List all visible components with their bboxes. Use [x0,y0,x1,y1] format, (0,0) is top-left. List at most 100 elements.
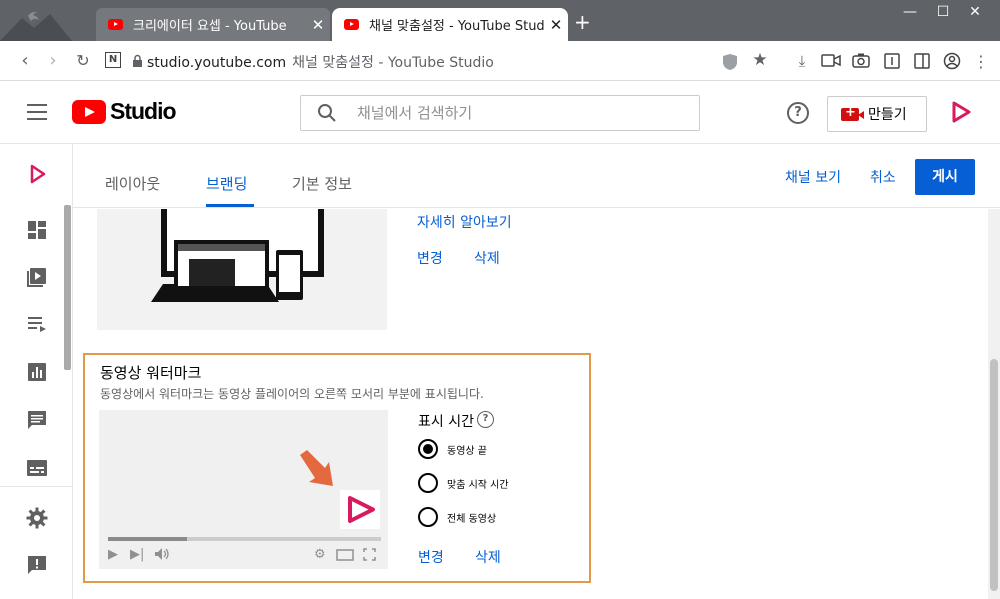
youtube-favicon-icon [108,19,123,30]
customization-tabs-bar: 레이아웃 브랜딩 기본 정보 채널 보기 취소 게시 [73,144,1000,208]
close-tab-icon[interactable]: ✕ [306,16,330,34]
studio-logo[interactable]: Studio [72,98,177,125]
maximize-icon[interactable]: ☐ [928,4,958,20]
tab-layout[interactable]: 레이아웃 [105,173,160,194]
channel-avatar-icon[interactable] [25,162,49,186]
reading-list-icon[interactable] [884,53,900,69]
banner-change-button[interactable]: 변경 [417,248,443,268]
banner-image-preview [97,209,387,330]
url-field[interactable]: studio.youtube.com 채널 맞춤설정 - YouTube Stud… [147,52,494,72]
watermark-title: 동영상 워터마크 [100,364,202,382]
tab-studio-customization[interactable]: 채널 맞춤설정 - YouTube Studio ✕ [332,8,568,41]
search-input[interactable] [357,102,677,124]
watermark-change-button[interactable]: 변경 [418,547,444,567]
close-window-icon[interactable]: ✕ [960,4,990,20]
content-icon[interactable] [25,265,49,289]
watermark-logo-image [340,490,380,529]
hamburger-menu-icon[interactable] [27,104,47,120]
tab-title: 채널 맞춤설정 - YouTube Studio [369,19,544,34]
url-host: studio.youtube.com [147,55,287,71]
fullscreen-icon [363,548,376,561]
browser-menu-icon[interactable]: ⋮ [971,52,991,71]
feedback-icon[interactable] [25,553,49,577]
profile-icon[interactable] [943,52,961,70]
play-icon: ▶ [108,547,118,562]
radio-end-of-video[interactable]: 동영상 끝 [418,439,487,459]
browser-tab-strip: 크리에이터 요셉 - YouTube ✕ 채널 맞춤설정 - YouTube S… [0,0,1000,41]
tab-basic-info[interactable]: 기본 정보 [292,173,352,194]
radio-label: 동영상 끝 [447,445,487,457]
next-icon: ▶| [130,547,145,562]
radio-button[interactable] [418,473,438,493]
main-scrollbar-thumb[interactable] [990,359,998,591]
video-capture-icon[interactable] [821,53,841,69]
youtube-play-icon [72,99,106,124]
help-circle-icon[interactable]: ? [477,411,494,428]
watermark-player-preview: ▶ ▶| ⚙ [99,410,388,569]
banner-devices-illustration [151,209,324,302]
youtube-favicon-icon [344,19,359,30]
radio-label: 전체 동영상 [447,513,497,525]
playlists-icon[interactable] [25,312,49,336]
display-time-label: 표시 시간 [418,414,474,430]
studio-header: Studio ? 만들기 [0,81,1000,144]
radio-custom-start[interactable]: 맞춤 시작 시간 [418,473,509,493]
radio-entire-video[interactable]: 전체 동영상 [418,507,496,527]
url-page-title: 채널 맞춤설정 - YouTube Studio [292,55,494,71]
dashboard-icon[interactable] [25,218,49,242]
player-progress-fill [108,537,188,541]
reload-icon[interactable]: ↻ [71,50,95,72]
minimize-icon[interactable]: — [895,4,925,20]
branding-content: 자세히 알아보기 변경 삭제 동영상 워터마크 동영상에서 워터마크는 동영상 … [73,209,987,599]
radio-button-selected[interactable] [418,439,438,459]
theater-mode-icon [336,549,354,561]
new-tab-button[interactable]: + [574,12,591,32]
banner-delete-button[interactable]: 삭제 [474,248,500,268]
shield-extension-icon[interactable] [721,53,739,71]
watermark-delete-button[interactable]: 삭제 [475,547,501,567]
radio-button[interactable] [418,507,438,527]
player-progress-bar [108,537,381,541]
bookmark-star-icon[interactable]: ★ [750,50,770,70]
comments-icon[interactable] [25,408,49,432]
pointer-arrow-icon [300,450,333,486]
channel-search[interactable] [300,95,700,131]
settings-icon: ⚙ [314,547,326,562]
left-navigation-rail [0,144,73,599]
back-icon[interactable]: ‹ [13,50,37,72]
download-icon[interactable]: ⤓ [792,52,812,70]
forward-icon[interactable]: › [41,50,65,72]
camera-icon[interactable] [852,52,870,69]
browser-logo-icon [0,12,72,41]
create-button[interactable]: 만들기 [827,96,927,132]
lock-icon [133,54,142,67]
tab-creator-youtube[interactable]: 크리에이터 요셉 - YouTube ✕ [96,8,330,41]
analytics-icon[interactable] [25,360,49,384]
main-scrollbar[interactable] [988,209,1000,599]
create-video-icon [841,105,864,121]
rail-divider [0,486,72,487]
tab-title: 크리에이터 요셉 - YouTube [133,19,287,34]
video-watermark-section: 동영상 워터마크 동영상에서 워터마크는 동영상 플레이어의 오른쪽 모서리 부… [83,353,591,583]
publish-button[interactable]: 게시 [915,159,975,195]
create-button-label: 만들기 [868,107,907,123]
close-tab-icon[interactable]: ✕ [544,16,568,34]
tab-selected-indicator [206,204,254,207]
help-icon[interactable]: ? [787,102,809,124]
rail-scrollbar[interactable] [64,205,71,370]
search-icon [318,104,336,122]
radio-label: 맞춤 시작 시간 [447,479,509,491]
watermark-description: 동영상에서 워터마크는 동영상 플레이어의 오른쪽 모서리 부분에 표시됩니다. [100,387,484,401]
cancel-button[interactable]: 취소 [870,167,896,187]
learn-more-link[interactable]: 자세히 알아보기 [417,212,512,232]
view-channel-link[interactable]: 채널 보기 [785,167,841,187]
subtitles-icon[interactable] [25,456,49,480]
side-panel-icon[interactable] [914,53,930,69]
tab-branding[interactable]: 브랜딩 [206,173,247,194]
address-bar: ‹ › ↻ N studio.youtube.com 채널 맞춤설정 - YouT… [0,41,1000,81]
volume-icon [155,548,169,560]
account-avatar[interactable] [945,97,975,127]
studio-logo-text: Studio [110,98,177,124]
settings-gear-icon[interactable] [25,506,49,530]
reader-mode-icon[interactable]: N [105,52,121,68]
